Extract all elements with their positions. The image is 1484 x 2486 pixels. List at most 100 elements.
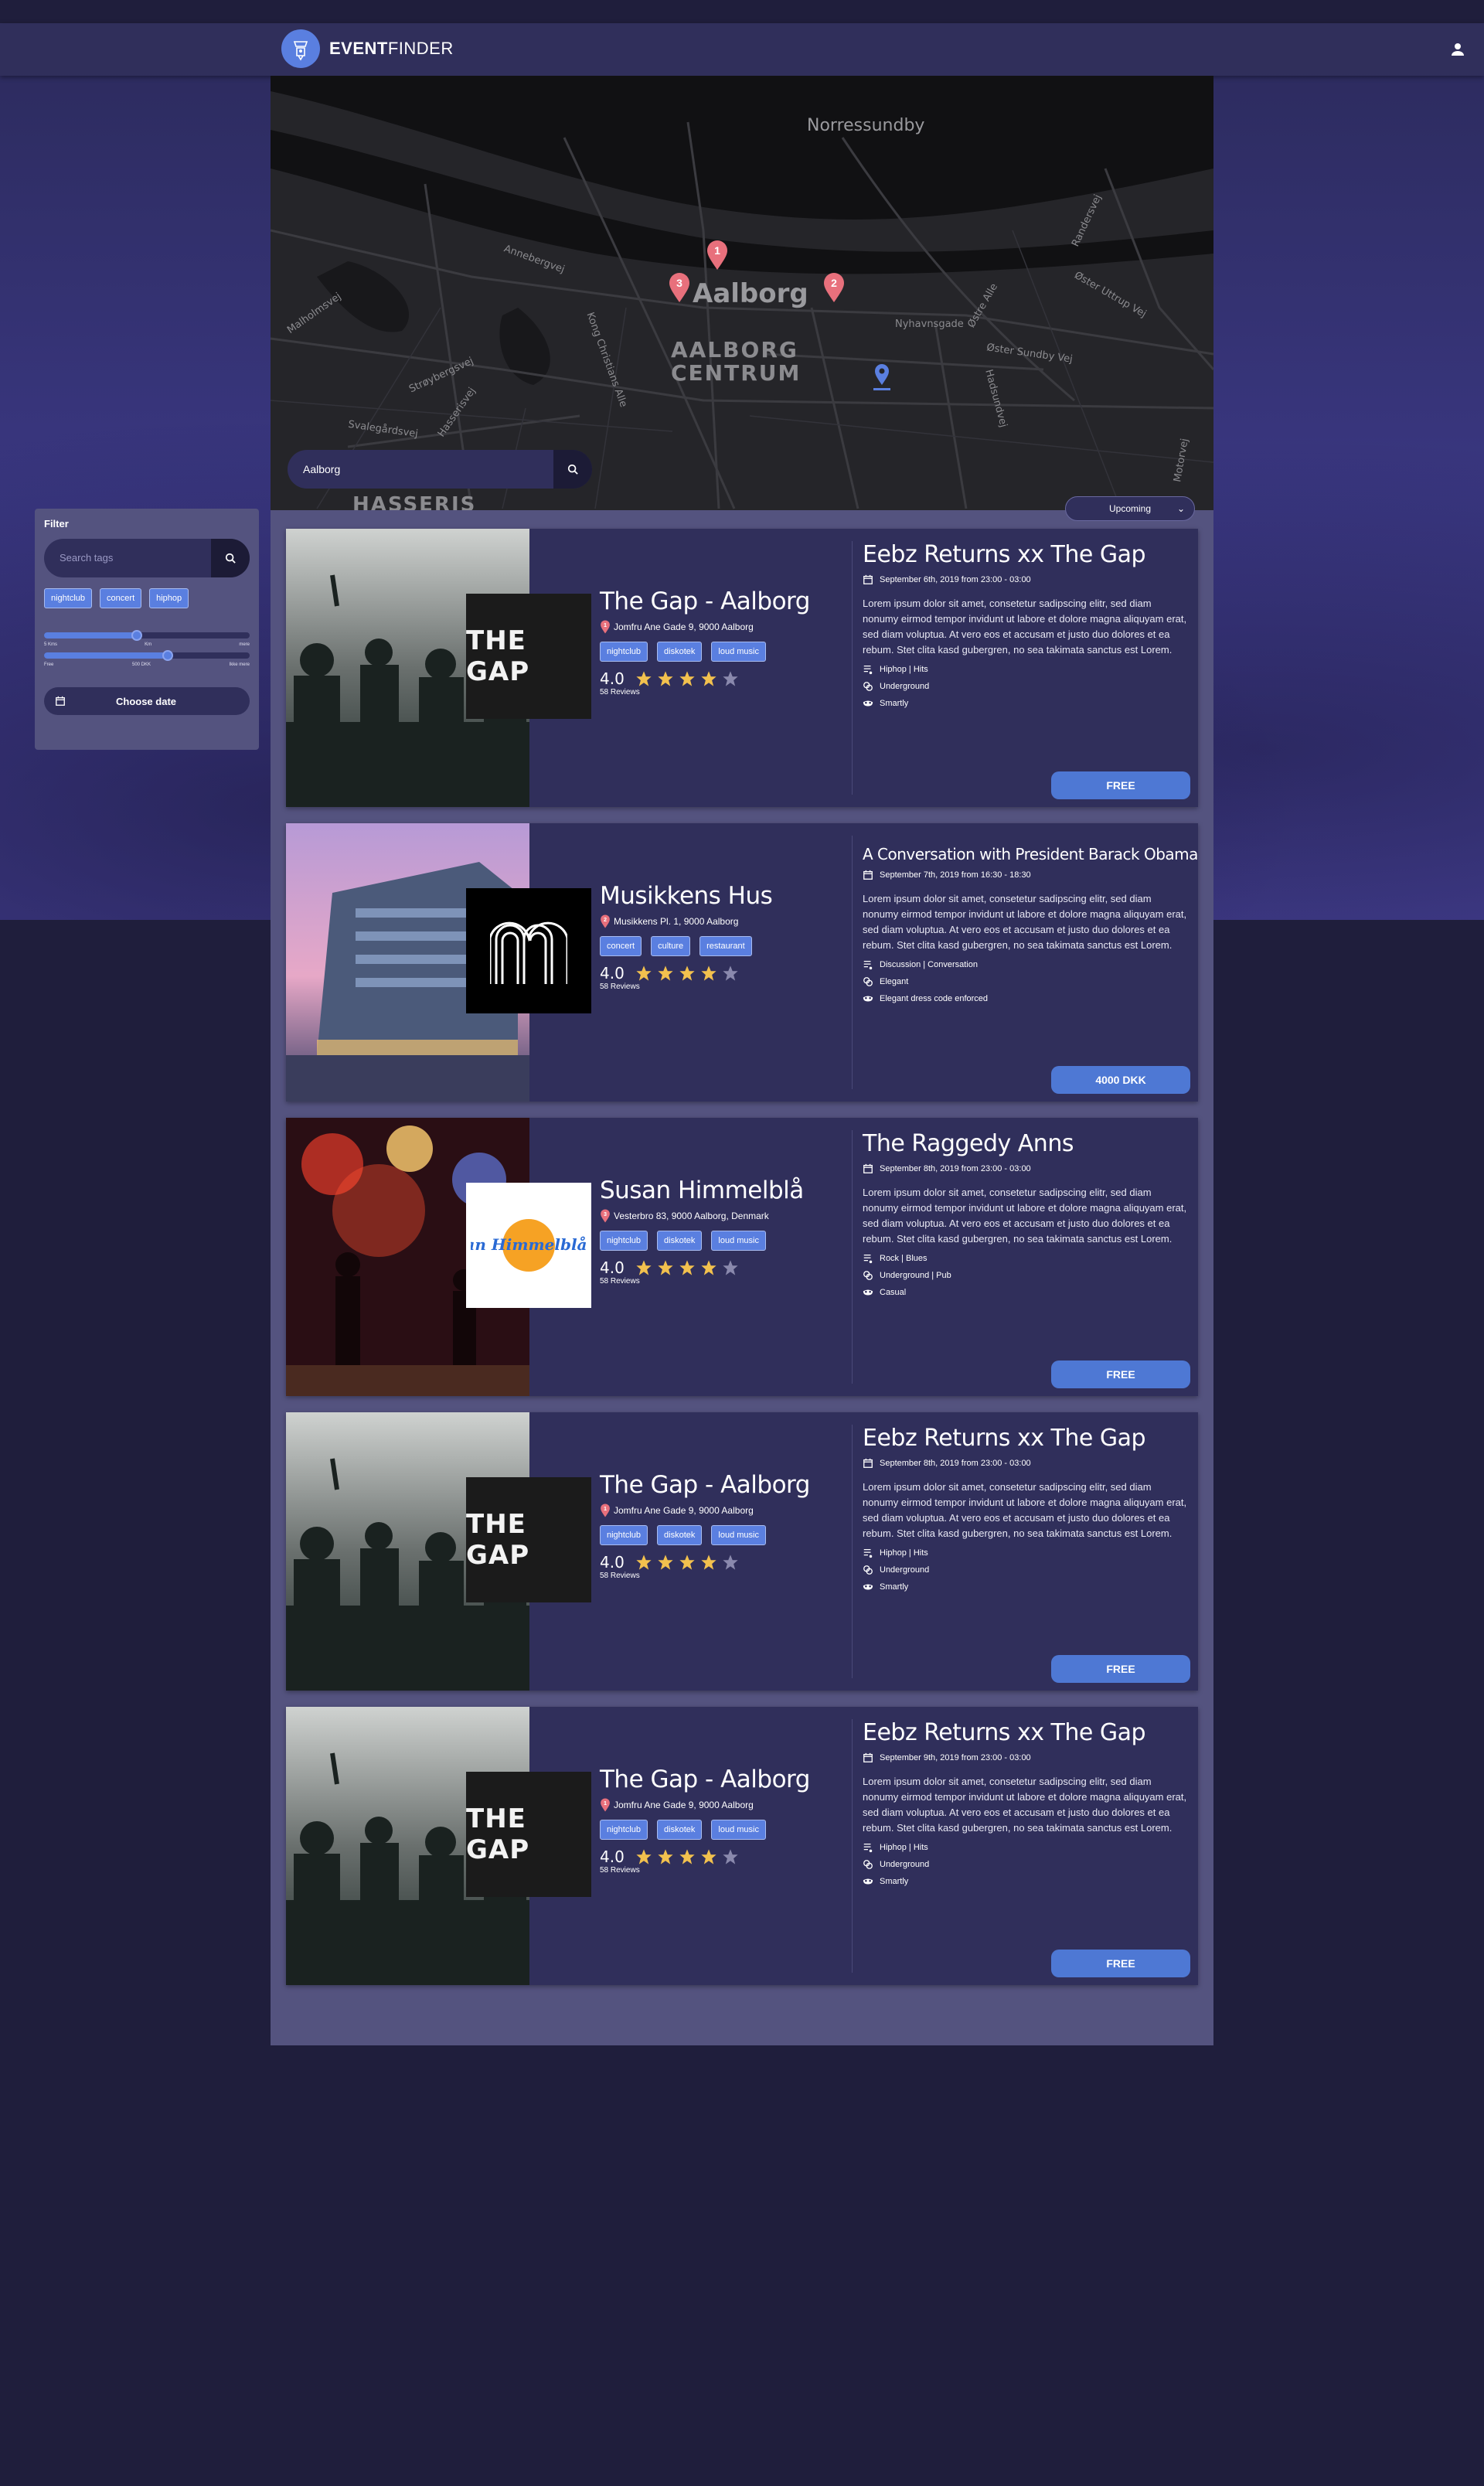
- venue-tag[interactable]: nightclub: [600, 1820, 648, 1840]
- star-icon: [723, 1849, 738, 1864]
- sort-select[interactable]: Upcoming ⌄: [1065, 496, 1195, 521]
- star-icon: [658, 1849, 673, 1864]
- venue-tags: nightclub diskotek loud music: [600, 1231, 886, 1251]
- event-dress-code-text: Elegant dress code enforced: [880, 994, 989, 1003]
- music-note-icon: [863, 665, 873, 675]
- choose-date-button[interactable]: Choose date: [44, 687, 250, 715]
- rating-stars: [635, 1259, 739, 1276]
- music-note-icon: [863, 1254, 873, 1264]
- venue-address: 1 Jomfru Ane Gade 9, 9000 Aalborg: [600, 1504, 886, 1517]
- price-button[interactable]: FREE: [1051, 1950, 1190, 1977]
- venue-name[interactable]: The Gap - Aalborg: [600, 1766, 886, 1793]
- event-vibe: Underground: [863, 1565, 1187, 1575]
- price-button[interactable]: FREE: [1051, 771, 1190, 799]
- user-icon[interactable]: [1448, 40, 1467, 59]
- venue-rating: 4.0: [600, 669, 886, 688]
- event-dress-code: Elegant dress code enforced: [863, 993, 1187, 1004]
- map-search-input[interactable]: Aalborg: [288, 450, 553, 489]
- event-genre: Hiphop | Hits: [863, 1548, 1187, 1558]
- venue-name[interactable]: The Gap - Aalborg: [600, 587, 886, 615]
- review-count[interactable]: 58 Reviews: [600, 1572, 886, 1580]
- map[interactable]: Norressundby Aalborg AALBORG CENTRUM HAS…: [271, 76, 1213, 510]
- venue-tag[interactable]: diskotek: [657, 1525, 703, 1545]
- venue-tag[interactable]: loud music: [711, 642, 766, 662]
- card-divider: [852, 1425, 853, 1678]
- slider-label: Free: [44, 662, 54, 667]
- venue-address-text: Jomfru Ane Gade 9, 9000 Aalborg: [614, 622, 754, 632]
- venue-address: 2 Musikkens Pl. 1, 9000 Aalborg: [600, 914, 886, 928]
- price-button[interactable]: 4000 DKK: [1051, 1066, 1190, 1094]
- venue-name[interactable]: Susan Himmelblå: [600, 1177, 886, 1204]
- star-icon: [679, 671, 695, 686]
- venue-tag[interactable]: diskotek: [657, 1231, 703, 1251]
- star-icon: [636, 1849, 652, 1864]
- event-card[interactable]: Musikkens Hus 2 Musikkens Pl. 1, 9000 Aa…: [286, 823, 1198, 1102]
- map-search-button[interactable]: [553, 450, 592, 489]
- venue-tag[interactable]: concert: [600, 936, 642, 956]
- brand-logo[interactable]: EVENTFINDER: [281, 29, 454, 68]
- venue-tag[interactable]: loud music: [711, 1525, 766, 1545]
- star-icon: [701, 965, 716, 981]
- event-vibe-text: Underground: [880, 682, 930, 691]
- rating-value: 4.0: [600, 1847, 625, 1866]
- price-button[interactable]: FREE: [1051, 1655, 1190, 1683]
- map-pin-2[interactable]: 2: [822, 272, 846, 303]
- theater-masks-icon: [863, 1860, 873, 1869]
- logo-icon: [281, 29, 320, 68]
- venue-name[interactable]: Musikkens Hus: [600, 882, 886, 910]
- venue-tag[interactable]: diskotek: [657, 1820, 703, 1840]
- event-vibe: Underground | Pub: [863, 1270, 1187, 1281]
- venue-address: 3 Vesterbro 83, 9000 Aalborg, Denmark: [600, 1209, 886, 1223]
- navbar: EVENTFINDER: [0, 23, 1484, 76]
- review-count[interactable]: 58 Reviews: [600, 982, 886, 991]
- price-button[interactable]: FREE: [1051, 1360, 1190, 1388]
- venue-tag[interactable]: culture: [651, 936, 691, 956]
- rating-stars: [635, 670, 739, 687]
- rating-stars: [635, 965, 739, 982]
- event-date: September 8th, 2019 from 23:00 - 03:00: [863, 1458, 1187, 1469]
- filter-tag[interactable]: concert: [100, 588, 142, 608]
- slider-handle[interactable]: [131, 630, 142, 641]
- venue-tag[interactable]: nightclub: [600, 642, 648, 662]
- event-title[interactable]: Eebz Returns xx The Gap: [863, 1719, 1187, 1746]
- event-card[interactable]: Susan Himmelblå Bar Susan Himmelblå 3 Ve…: [286, 1118, 1198, 1396]
- event-card[interactable]: THE GAP The Gap - Aalborg 1 Jomfru Ane G…: [286, 1412, 1198, 1691]
- event-title[interactable]: A Conversation with President Barack Oba…: [863, 845, 1198, 863]
- event-vibe: Underground: [863, 681, 1187, 692]
- svg-text:Susan Himmelblå Bar: Susan Himmelblå Bar: [471, 1235, 587, 1254]
- event-genre: Discussion | Conversation: [863, 959, 1187, 970]
- map-pin-1[interactable]: 1: [706, 240, 729, 271]
- venue-tag[interactable]: diskotek: [657, 642, 703, 662]
- venue-tag[interactable]: nightclub: [600, 1525, 648, 1545]
- venue-name[interactable]: The Gap - Aalborg: [600, 1471, 886, 1499]
- venue-logo-text: THE GAP: [466, 594, 591, 719]
- venue-tag[interactable]: loud music: [711, 1231, 766, 1251]
- event-title[interactable]: Eebz Returns xx The Gap: [863, 541, 1187, 568]
- event-title[interactable]: The Raggedy Anns: [863, 1130, 1187, 1157]
- tag-search-button[interactable]: [211, 539, 250, 577]
- music-note-icon: [863, 1843, 873, 1853]
- distance-slider[interactable]: [44, 630, 250, 641]
- venue-tag[interactable]: nightclub: [600, 1231, 648, 1251]
- filter-tag[interactable]: nightclub: [44, 588, 93, 608]
- event-card[interactable]: THE GAP The Gap - Aalborg 1 Jomfru Ane G…: [286, 529, 1198, 807]
- filter-tag[interactable]: hiphop: [149, 588, 189, 608]
- event-card[interactable]: THE GAP The Gap - Aalborg 1 Jomfru Ane G…: [286, 1707, 1198, 1985]
- venue-logo: THE GAP: [466, 1477, 591, 1602]
- tag-search-input[interactable]: Search tags: [44, 539, 211, 577]
- event-genre-text: Hiphop | Hits: [880, 1548, 928, 1558]
- price-slider[interactable]: [44, 650, 250, 661]
- event-info: Eebz Returns xx The Gap September 8th, 2…: [863, 1425, 1187, 1592]
- review-count[interactable]: 58 Reviews: [600, 1866, 886, 1875]
- filter-panel: Filter Search tags nightclub concert hip…: [35, 509, 259, 750]
- venue-tag[interactable]: loud music: [711, 1820, 766, 1840]
- review-count[interactable]: 58 Reviews: [600, 688, 886, 696]
- star-icon: [679, 965, 695, 981]
- venue-tag[interactable]: restaurant: [699, 936, 752, 956]
- mask-icon: [863, 1584, 873, 1590]
- rating-value: 4.0: [600, 1553, 625, 1572]
- map-pin-3[interactable]: 3: [668, 272, 691, 303]
- slider-handle[interactable]: [162, 650, 173, 661]
- review-count[interactable]: 58 Reviews: [600, 1277, 886, 1286]
- event-title[interactable]: Eebz Returns xx The Gap: [863, 1425, 1187, 1452]
